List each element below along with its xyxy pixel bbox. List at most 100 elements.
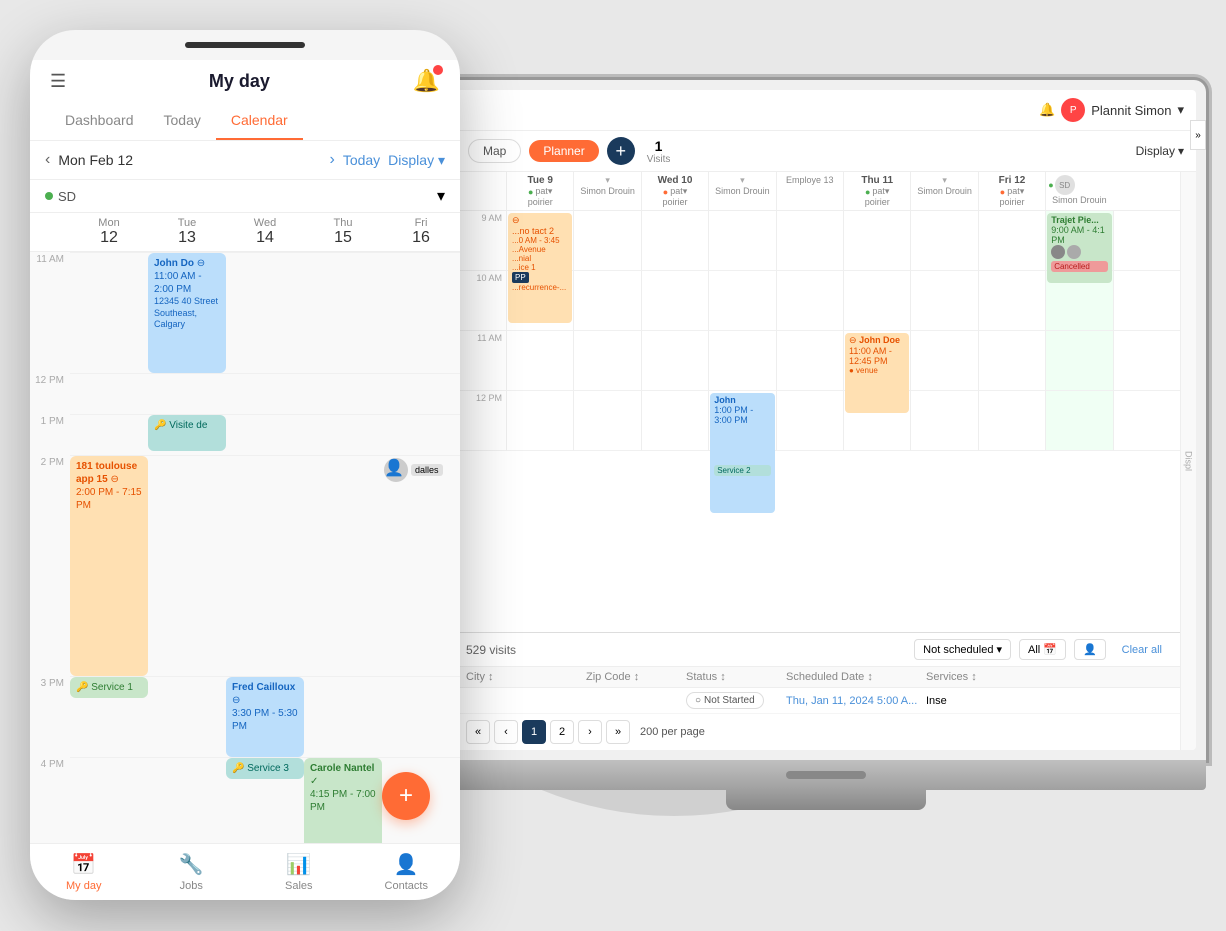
time-12pm-laptop: 12 PM [456, 391, 506, 451]
clear-all-button[interactable]: Clear all [1114, 641, 1170, 659]
slot-4pm-thu: Carole Nantel ✓ 4:15 PM - 7:00 PM [304, 758, 382, 843]
event-johndoe[interactable]: John Do ⊖ 11:00 AM - 2:00 PM 12345 40 St… [148, 253, 226, 373]
slot-12pm-wed [226, 374, 304, 414]
map-button[interactable]: Map [468, 139, 521, 163]
slot-1pm-fri [382, 415, 460, 455]
lcal-cell-11am-9 [1113, 331, 1180, 391]
col-status: Status ↕ [686, 671, 786, 683]
lcal-cell-9am-0: ⊖ ...no tact 2 ...0 AM - 3:45 ...Avenue … [506, 211, 573, 271]
bottom-nav-jobs[interactable]: 🔧 Jobs [138, 852, 246, 892]
row-services: Inse [926, 695, 1026, 707]
visits-counter: 1 Visits [647, 138, 671, 165]
page-2-btn[interactable]: 2 [550, 720, 574, 744]
not-scheduled-filter[interactable]: Not scheduled ▾ [914, 639, 1011, 660]
next-arrow[interactable]: › [329, 151, 334, 169]
lcal-cell-11am-2 [641, 331, 708, 391]
prev-arrow[interactable]: ‹ [45, 151, 50, 169]
event-tact2[interactable]: ⊖ ...no tact 2 ...0 AM - 3:45 ...Avenue … [508, 213, 572, 323]
display-dropdown[interactable]: Display ▾ [1136, 144, 1184, 158]
jobs-label: Jobs [180, 880, 203, 892]
page-prev-btn[interactable]: ‹ [494, 720, 518, 744]
slot-3pm-mon: 🔑 Service 1 [70, 677, 148, 757]
lcal-header-wed10: Wed 10 ● pat▾ poirier [641, 172, 708, 210]
event-carole[interactable]: Carole Nantel ✓ 4:15 PM - 7:00 PM [304, 758, 382, 843]
sidebar-collapse-btn[interactable]: » [1190, 120, 1196, 150]
row-status: ○ Not Started [686, 692, 786, 709]
hamburger-icon[interactable]: ☰ [50, 71, 66, 92]
service2-badge: Service 2 [714, 465, 770, 476]
bell-icon-laptop: 🔔 [1039, 102, 1055, 118]
event-service3[interactable]: 🔑 Service 3 [226, 758, 304, 779]
lcal-cell-12pm-7 [978, 391, 1045, 451]
event-toulouse[interactable]: 181 toulouse app 15 ⊖ 2:00 PM - 7:15 PM [70, 456, 148, 676]
avatar-small: 👤 [384, 458, 408, 482]
phone-title: My day [209, 71, 270, 92]
slot-3pm-thu [304, 677, 382, 757]
page-last-btn[interactable]: » [606, 720, 630, 744]
nav-today[interactable]: Today [149, 102, 216, 140]
fab-add-button[interactable]: + [382, 772, 430, 820]
laptop-right-sidebar[interactable]: Displ [1180, 172, 1196, 750]
cal-header-tue: Tue 13 [148, 213, 226, 251]
event-johndoe-laptop[interactable]: ⊖ John Doe 11:00 AM - 12:45 PM ● venue [845, 333, 909, 413]
person-filter[interactable]: 👤 [1074, 639, 1106, 660]
slot-1pm-wed [226, 415, 304, 455]
all-label: All [1028, 644, 1040, 656]
slot-2pm-thu [304, 456, 382, 676]
col-city: City ↕ [466, 671, 586, 683]
phone-bottom-nav: 📅 My day 🔧 Jobs 📊 Sales 👤 Contacts [30, 843, 460, 900]
planner-button[interactable]: Planner [529, 140, 598, 162]
page-next-btn[interactable]: › [578, 720, 602, 744]
lcal-cell-10am-2 [641, 271, 708, 331]
chevron-down-icon-display: ▾ [1178, 144, 1184, 158]
laptop-screen-inner: 🔔 P Plannit Simon ▾ » Map Planner + 1 Vi… [456, 90, 1196, 750]
lcal-header-tue9-2: ▾ Simon Drouin [573, 172, 640, 210]
slot-2pm-wed [226, 456, 304, 676]
lcal-cell-10am-5 [843, 271, 910, 331]
display-button[interactable]: Display ▾ [388, 152, 445, 169]
status-badge-not-started: ○ Not Started [686, 692, 764, 709]
sd-collapse[interactable]: ▾ [437, 186, 445, 206]
lcal-cell-9am-6 [910, 211, 977, 271]
page-first-btn[interactable]: « [466, 720, 490, 744]
chevron-down-scheduled: ▾ [996, 643, 1002, 656]
slot-2pm-tue [148, 456, 226, 676]
cal-empty-corner [456, 172, 506, 210]
row-scheduled-date[interactable]: Thu, Jan 11, 2024 5:00 A... [786, 695, 926, 707]
lcal-cell-12pm-3: John 1:00 PM - 3:00 PM Service 2 [708, 391, 775, 451]
phone-notch-bar [185, 42, 305, 48]
event-fred[interactable]: Fred Cailloux ⊖ 3:30 PM - 5:30 PM [226, 677, 304, 757]
col-extra [1026, 671, 1106, 683]
laptop-cal-body[interactable]: 9 AM ⊖ ...no tact 2 ...0 AM - 3:45 ...Av… [456, 211, 1180, 632]
myday-icon: 📅 [71, 852, 96, 877]
all-filter[interactable]: All 📅 [1019, 639, 1066, 660]
add-button[interactable]: + [607, 137, 635, 165]
table-row: ○ Not Started Thu, Jan 11, 2024 5:00 A..… [456, 688, 1180, 714]
event-john-laptop[interactable]: John 1:00 PM - 3:00 PM Service 2 [710, 393, 774, 513]
nav-calendar[interactable]: Calendar [216, 102, 303, 140]
bottom-nav-contacts[interactable]: 👤 Contacts [353, 852, 461, 892]
bottom-nav-sales[interactable]: 📊 Sales [245, 852, 353, 892]
slot-12pm-thu [304, 374, 382, 414]
event-trajet[interactable]: Trajet Pie... 9:00 AM - 4:1 PM Cancelled [1047, 213, 1111, 283]
time-12pm: 12 PM [30, 373, 70, 414]
nav-dashboard[interactable]: Dashboard [50, 102, 149, 140]
time-11am-laptop: 11 AM [456, 331, 506, 391]
phone-cal-scroll[interactable]: 11 AM John Do ⊖ 11:00 AM - 2:00 PM 12345… [30, 252, 460, 843]
lcal-cell-9am-9 [1113, 211, 1180, 271]
today-button[interactable]: Today [343, 152, 380, 168]
notification-bell[interactable]: 🔔 [413, 68, 440, 94]
col-zipcode: Zip Code ↕ [586, 671, 686, 683]
lcal-cell-10am-6 [910, 271, 977, 331]
bottom-nav-myday[interactable]: 📅 My day [30, 852, 138, 892]
slot-1pm-thu [304, 415, 382, 455]
avatar-trajet2 [1067, 245, 1081, 259]
page-1-btn[interactable]: 1 [522, 720, 546, 744]
table-header: City ↕ Zip Code ↕ Status ↕ Scheduled Dat… [456, 667, 1180, 688]
slot-12pm-mon [70, 374, 148, 414]
event-service1[interactable]: 🔑 Service 1 [70, 677, 148, 698]
sd-indicator: SD [45, 189, 76, 204]
lcal-cell-12pm-6 [910, 391, 977, 451]
timeslot-1pm: 1 PM 🔑 Visite de [30, 414, 460, 455]
event-visite[interactable]: 🔑 Visite de [148, 415, 226, 451]
